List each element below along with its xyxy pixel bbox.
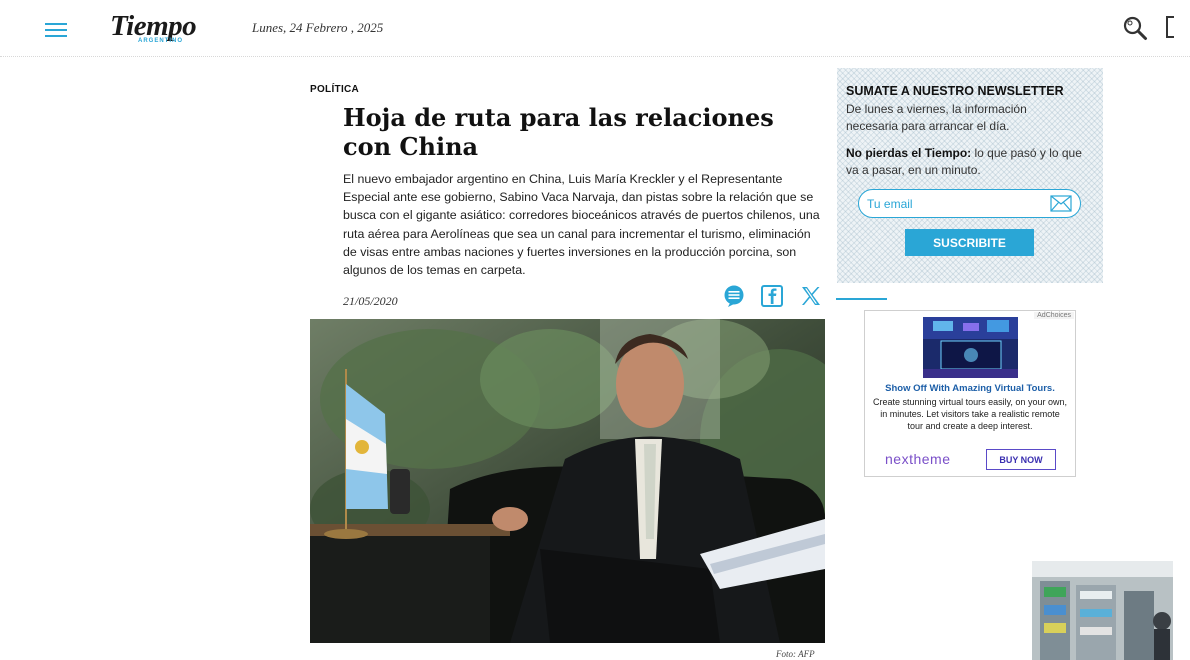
email-field[interactable]: [867, 195, 1037, 213]
article-date: 21/05/2020: [343, 294, 398, 308]
email-field-wrapper: [858, 189, 1081, 218]
newsletter-title: SUMATE A NUESTRO NEWSLETTER: [846, 84, 1064, 98]
article-headline: Hoja de ruta para las relaciones con Chi…: [343, 103, 774, 161]
newsletter-note: No pierdas el Tiempo: lo que pasó y lo q…: [846, 145, 1086, 179]
site-logo[interactable]: Tiempo ARGENTINO: [110, 10, 222, 46]
ad-headline[interactable]: Show Off With Amazing Virtual Tours.: [865, 383, 1075, 394]
header-date: Lunes, 24 Febrero , 2025: [252, 20, 384, 35]
ad-body: Create stunning virtual tours easily, on…: [873, 397, 1067, 431]
facebook-icon[interactable]: [760, 284, 784, 308]
adchoices-label[interactable]: AdChoices: [1034, 312, 1074, 319]
comment-icon[interactable]: [722, 284, 746, 308]
newsletter-description: De lunes a viernes, la información neces…: [846, 102, 1027, 133]
overflow-menu-icon[interactable]: [1166, 16, 1174, 38]
ad-image[interactable]: [923, 317, 1018, 378]
subscribe-button[interactable]: SUSCRIBITE: [905, 229, 1034, 256]
section-label[interactable]: POLÍTICA: [310, 84, 359, 95]
share-divider: [836, 298, 887, 300]
search-icon[interactable]: [1122, 15, 1148, 41]
buy-now-button[interactable]: BUY NOW: [986, 449, 1056, 470]
menu-icon[interactable]: [45, 23, 67, 39]
site-header: Tiempo ARGENTINO Lunes, 24 Febrero , 202…: [0, 0, 1190, 57]
advertisement[interactable]: AdChoices Show Off With Amazing Virtual …: [864, 310, 1076, 477]
mail-icon: [1050, 195, 1072, 212]
photo-credit: Foto: AFP: [776, 649, 815, 659]
x-icon[interactable]: [799, 284, 823, 308]
newsletter-box: SUMATE A NUESTRO NEWSLETTER De lunes a v…: [837, 68, 1103, 283]
video-thumbnail[interactable]: [1032, 561, 1173, 660]
article-photo: [310, 319, 825, 643]
article-lede: El nuevo embajador argentino en China, L…: [343, 172, 820, 278]
ad-brand-logo: nextheme: [885, 451, 951, 467]
logo-subtext: ARGENTINO: [138, 38, 183, 44]
newsletter-note-bold: No pierdas el Tiempo:: [846, 146, 972, 160]
